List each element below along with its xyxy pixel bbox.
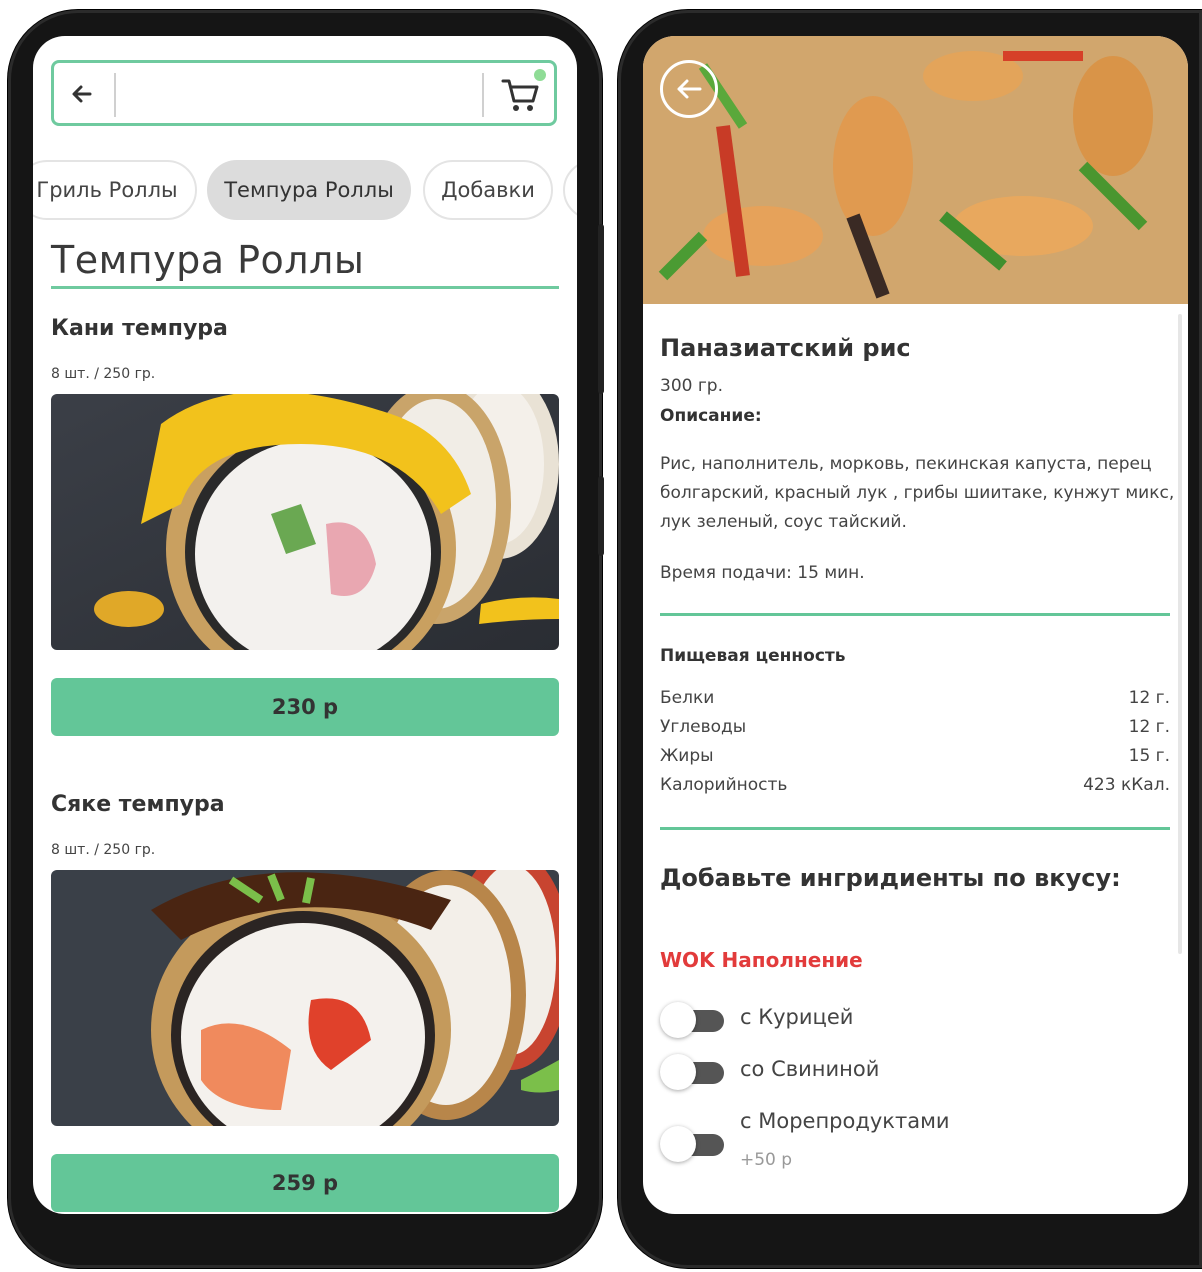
price-label: 259 р: [271, 1171, 339, 1195]
phone-frame-left: Гриль Роллы Темпура Роллы Добавки Темпур…: [8, 10, 604, 1268]
scrollbar[interactable]: [1178, 314, 1182, 954]
divider: [482, 73, 484, 117]
dish-title: Паназиатский рис: [660, 334, 911, 362]
sushi-image: [51, 394, 559, 650]
phone-frame-right: Паназиатский рис 300 гр. Описание: Рис, …: [618, 10, 1202, 1268]
tab-grill-rolls[interactable]: Гриль Роллы: [33, 160, 197, 220]
back-button[interactable]: [660, 60, 718, 118]
nutrition-label: Калорийность: [660, 775, 788, 795]
toggle-knob: [660, 1126, 696, 1162]
toggle-pork[interactable]: [660, 1054, 726, 1090]
nutrition-value: 423 кКал.: [1083, 775, 1170, 795]
nutrition-value: 15 г.: [1128, 746, 1170, 766]
nutrition-label: Жиры: [660, 746, 714, 766]
product-meta: 8 шт. / 250 гр.: [51, 366, 156, 382]
option-label[interactable]: с Курицей: [740, 1005, 853, 1029]
phone-side-button: [598, 224, 604, 394]
nutrition-row: Калорийность 423 кКал.: [660, 775, 1170, 804]
divider: [660, 827, 1170, 830]
add-ingredients-title: Добавьте ингридиенты по вкусу:: [660, 864, 1121, 892]
sushi-image: [51, 870, 559, 1126]
tab-label: Темпура Роллы: [224, 178, 394, 202]
dish-weight: 300 гр.: [660, 376, 723, 396]
dish-hero-image: [643, 36, 1188, 304]
tab-tempura-rolls[interactable]: Темпура Роллы: [207, 160, 411, 220]
divider: [114, 73, 116, 117]
serve-time: Время подачи: 15 мин.: [660, 563, 865, 583]
product-name: Сяке темпура: [51, 792, 225, 817]
cart-badge-dot: [534, 69, 546, 81]
option-group-label: WOK Наполнение: [660, 948, 863, 972]
arrow-left-icon[interactable]: [66, 77, 100, 111]
toggle-chicken[interactable]: [660, 1002, 726, 1038]
divider: [660, 613, 1170, 616]
tab-next[interactable]: [563, 160, 577, 220]
menu-screen: Гриль Роллы Темпура Роллы Добавки Темпур…: [33, 36, 577, 1214]
section-title: Темпура Роллы: [51, 238, 365, 282]
toggle-knob: [660, 1054, 696, 1090]
toggle-knob: [660, 1002, 696, 1038]
description-label: Описание:: [660, 406, 762, 426]
search-bar[interactable]: [51, 60, 557, 126]
price-label: 230 р: [271, 695, 339, 719]
tab-label: Гриль Роллы: [36, 178, 178, 202]
section-underline: [51, 286, 559, 289]
option-label[interactable]: с Морепродуктами: [740, 1109, 950, 1133]
description-text: Рис, наполнитель, морковь, пекинская кап…: [660, 454, 1175, 532]
product-name: Кани темпура: [51, 316, 228, 341]
product-image[interactable]: [51, 870, 559, 1126]
tab-label: Добавки: [441, 178, 535, 202]
nutrition-row: Жиры 15 г.: [660, 746, 1170, 775]
nutrition-value: 12 г.: [1128, 717, 1170, 737]
arrow-left-icon: [677, 79, 702, 99]
nutrition-value: 12 г.: [1128, 688, 1170, 708]
price-button[interactable]: 259 р: [51, 1154, 559, 1212]
option-price: +50 р: [740, 1150, 793, 1170]
cart-icon[interactable]: [500, 75, 542, 115]
phone-side-button: [598, 476, 604, 556]
nutrition-label: Белки: [660, 688, 715, 708]
rice-dish-image: [643, 36, 1188, 304]
product-image[interactable]: [51, 394, 559, 650]
category-tabs: Гриль Роллы Темпура Роллы Добавки: [33, 160, 577, 224]
nutrition-title: Пищевая ценность: [660, 646, 846, 666]
product-meta: 8 шт. / 250 гр.: [51, 842, 156, 858]
option-label[interactable]: со Свининой: [740, 1057, 879, 1081]
toggle-seafood[interactable]: [660, 1126, 726, 1162]
nutrition-row: Белки 12 г.: [660, 688, 1170, 717]
product-detail-screen: Паназиатский рис 300 гр. Описание: Рис, …: [643, 36, 1188, 1214]
tab-additives[interactable]: Добавки: [423, 160, 553, 220]
nutrition-row: Углеводы 12 г.: [660, 717, 1170, 746]
nutrition-label: Углеводы: [660, 717, 747, 737]
price-button[interactable]: 230 р: [51, 678, 559, 736]
